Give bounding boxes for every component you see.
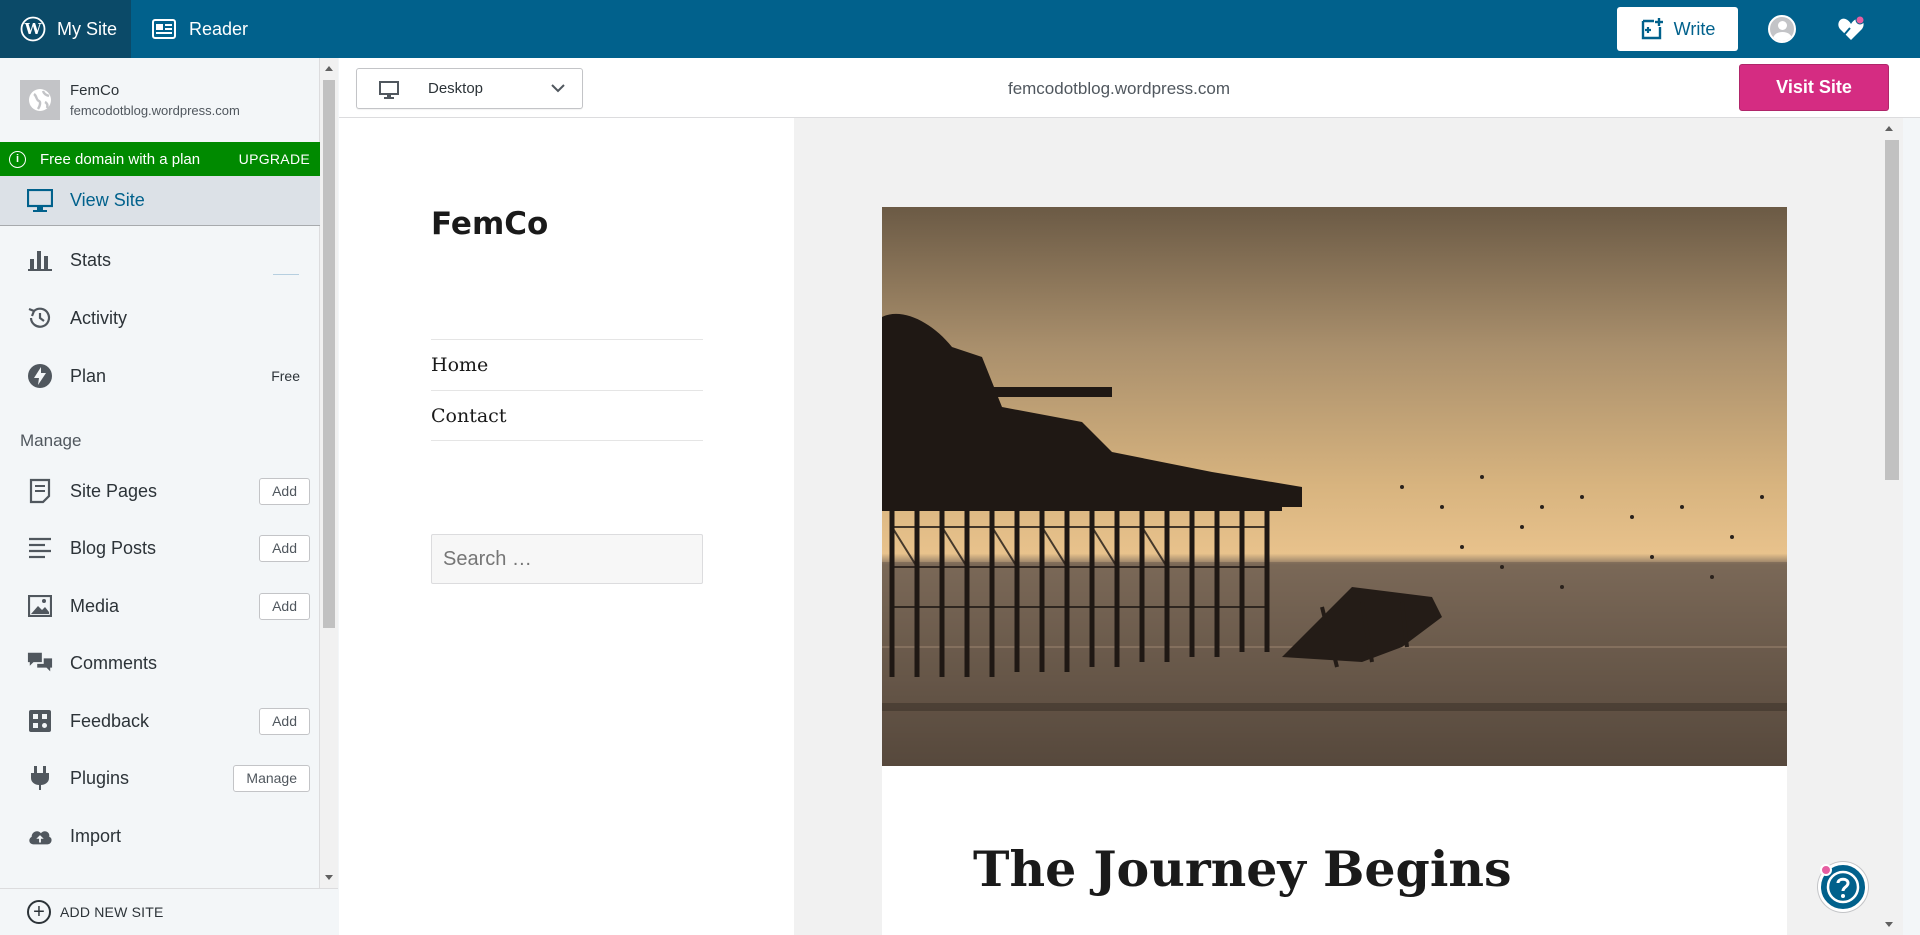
upgrade-link[interactable]: UPGRADE xyxy=(239,151,310,167)
sidebar-item-site-pages[interactable]: Site Pages Add xyxy=(0,466,320,516)
stats-sparkline xyxy=(273,272,299,275)
sidebar-item-comments[interactable]: Comments xyxy=(0,638,320,688)
sidebar-item-label: View Site xyxy=(70,190,145,210)
sidebar-item-label: Blog Posts xyxy=(70,537,157,558)
sidebar-item-import[interactable]: Import xyxy=(0,811,320,861)
sidebar-item-view-site[interactable]: View Site xyxy=(0,176,320,226)
site-url: femcodotblog.wordpress.com xyxy=(70,103,240,118)
image-icon xyxy=(27,593,53,619)
free-domain-banner[interactable]: i Free domain with a plan UPGRADE xyxy=(0,142,320,176)
add-post-button[interactable]: Add xyxy=(259,534,310,562)
sidebar-item-label: Media xyxy=(70,595,120,616)
preview-scrollbar[interactable] xyxy=(1880,118,1903,935)
page-icon xyxy=(27,478,53,504)
add-new-site-button[interactable]: + ADD NEW SITE xyxy=(0,888,338,935)
comments-icon xyxy=(27,650,53,676)
theme-search-input[interactable]: Search … xyxy=(431,534,703,584)
monitor-icon xyxy=(27,188,53,214)
nav-item-contact[interactable]: Contact xyxy=(431,390,703,441)
sidebar-item-label: Import xyxy=(70,825,122,846)
post-title[interactable]: The Journey Begins xyxy=(973,840,1512,898)
reader-button[interactable]: Reader xyxy=(152,0,248,58)
sidebar-item-label: Activity xyxy=(70,307,128,328)
sidebar-item-media[interactable]: Media Add xyxy=(0,581,320,631)
device-select-value: Desktop xyxy=(428,80,484,97)
help-notification-dot xyxy=(1820,864,1832,876)
desktop-icon xyxy=(379,81,399,99)
sidebar-item-label: Plan xyxy=(70,365,107,386)
theme-site-title[interactable]: FemCo xyxy=(431,206,548,242)
add-page-button[interactable]: Add xyxy=(259,477,310,505)
notifications-icon[interactable] xyxy=(1836,14,1866,44)
visit-site-button[interactable]: Visit Site xyxy=(1739,64,1889,111)
add-feedback-button[interactable]: Add xyxy=(259,707,310,735)
sidebar-scrollbar[interactable] xyxy=(320,58,338,888)
site-name: FemCo xyxy=(70,82,120,99)
write-button[interactable]: Write xyxy=(1617,7,1738,51)
theme-nav: Home Contact xyxy=(431,339,703,441)
scroll-down-icon[interactable] xyxy=(1885,922,1893,927)
my-site-button[interactable]: W My Site xyxy=(0,0,131,58)
manage-plugins-button[interactable]: Manage xyxy=(233,764,310,792)
scroll-down-icon[interactable] xyxy=(325,875,333,880)
info-icon: i xyxy=(9,150,26,168)
scrollbar-thumb[interactable] xyxy=(1885,140,1899,480)
scroll-up-icon[interactable] xyxy=(1885,126,1893,131)
site-card[interactable]: FemCo femcodotblog.wordpress.com xyxy=(0,58,320,142)
write-icon xyxy=(1641,18,1663,40)
sidebar-item-activity[interactable]: Activity xyxy=(0,293,320,343)
device-select[interactable]: Desktop xyxy=(356,68,583,109)
question-mark-icon xyxy=(1826,870,1860,904)
nav-item-home[interactable]: Home xyxy=(431,339,703,390)
sidebar-item-plan[interactable]: Plan Free xyxy=(0,351,320,401)
user-avatar[interactable] xyxy=(1768,15,1796,43)
posts-icon xyxy=(27,535,53,561)
history-icon xyxy=(27,305,53,331)
preview-url: femcodotblog.wordpress.com xyxy=(1007,79,1231,98)
sidebar-item-label: Comments xyxy=(70,652,158,673)
sidebar-item-plugins[interactable]: Plugins Manage xyxy=(0,753,320,803)
sidebar-item-label: Plugins xyxy=(70,767,130,788)
featured-image[interactable] xyxy=(882,207,1787,766)
sidebar-item-label: Stats xyxy=(70,249,112,270)
cloud-upload-icon xyxy=(27,823,53,849)
plus-circle-icon: + xyxy=(27,900,51,924)
scrollbar-thumb[interactable] xyxy=(323,80,335,628)
my-site-label: My Site xyxy=(57,18,118,39)
sidebar: FemCo femcodotblog.wordpress.com i Free … xyxy=(0,58,320,935)
sidebar-item-blog-posts[interactable]: Blog Posts Add xyxy=(0,523,320,573)
sidebar-item-label: Feedback xyxy=(70,710,150,731)
svg-text:W: W xyxy=(24,20,43,38)
manage-heading: Manage xyxy=(20,431,82,450)
add-media-button[interactable]: Add xyxy=(259,592,310,620)
plan-bolt-icon xyxy=(27,363,53,389)
theme-sidebar: FemCo Home Contact Search … xyxy=(339,118,794,935)
reader-icon xyxy=(152,19,176,39)
scroll-up-icon[interactable] xyxy=(325,66,333,71)
site-globe-icon xyxy=(20,80,60,120)
wordpress-logo-icon: W xyxy=(20,16,46,42)
masterbar: W My Site Reader Write xyxy=(0,0,1920,58)
plan-badge: Free xyxy=(271,368,300,384)
feedback-icon xyxy=(27,708,53,734)
add-new-site-label: ADD NEW SITE xyxy=(60,904,164,920)
sidebar-item-stats[interactable]: Stats xyxy=(0,235,320,285)
write-label: Write xyxy=(1673,18,1716,39)
sidebar-item-label: Site Pages xyxy=(70,480,158,501)
site-preview: FemCo Home Contact Search … The Journey … xyxy=(339,118,1903,935)
preview-toolbar: Desktop femcodotblog.wordpress.com Visit… xyxy=(339,58,1920,118)
post-card: The Journey Begins xyxy=(882,207,1787,935)
reader-label: Reader xyxy=(189,18,249,39)
sidebar-item-feedback[interactable]: Feedback Add xyxy=(0,696,320,746)
plug-icon xyxy=(27,765,53,791)
banner-text: Free domain with a plan xyxy=(40,150,201,168)
chevron-down-icon xyxy=(551,84,565,93)
bar-chart-icon xyxy=(27,247,53,273)
